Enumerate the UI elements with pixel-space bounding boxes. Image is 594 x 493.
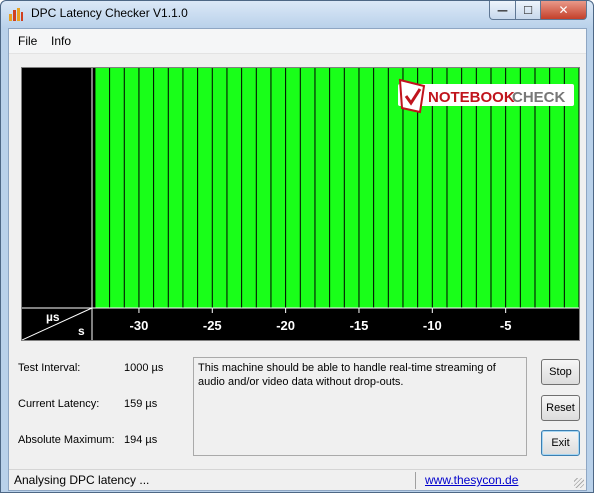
latency-bar — [168, 68, 183, 308]
latency-chart: 16000µs8000µs4000µs2000µs1000µs500µs-30-… — [21, 67, 580, 341]
menu-bar: File Info — [9, 29, 586, 54]
latency-bar — [124, 68, 139, 308]
latency-bar — [300, 68, 315, 308]
minimize-button[interactable]: — — [489, 1, 516, 20]
current-latency-label: Current Latency: — [18, 398, 100, 410]
minimize-icon: — — [497, 3, 508, 17]
exit-button[interactable]: Exit — [541, 430, 580, 456]
client-area: File Info 16000µs8000µs4000µs2000µs1000µ… — [8, 28, 587, 491]
latency-bar — [95, 68, 110, 308]
maximize-button[interactable]: ☐ — [515, 1, 541, 20]
latency-bar — [359, 68, 374, 308]
x-tick-label: -5 — [500, 318, 512, 333]
resize-grip-icon[interactable] — [574, 478, 584, 488]
x-tick-label: -20 — [276, 318, 295, 333]
latency-bar — [183, 68, 198, 308]
latency-bar — [227, 68, 242, 308]
close-icon: ✕ — [558, 3, 569, 17]
x-tick-label: -30 — [130, 318, 149, 333]
latency-bar — [271, 68, 286, 308]
status-bar: Analysing DPC latency ... www.thesycon.d… — [9, 469, 586, 490]
absolute-maximum-label: Absolute Maximum: — [18, 434, 115, 446]
latency-bar — [344, 68, 359, 308]
latency-bar — [374, 68, 388, 308]
latency-bar — [286, 68, 300, 308]
x-tick-label: -15 — [350, 318, 369, 333]
latency-bar — [242, 68, 256, 308]
close-button[interactable]: ✕ — [540, 1, 587, 20]
status-message-box: This machine should be able to handle re… — [193, 357, 527, 456]
latency-bar — [212, 68, 227, 308]
title-bar[interactable]: DPC Latency Checker V1.1.0 — ☐ ✕ — [1, 1, 593, 28]
app-window: DPC Latency Checker V1.1.0 — ☐ ✕ File In… — [0, 0, 594, 493]
latency-bar — [198, 68, 212, 308]
corner-label-s: s — [78, 324, 85, 338]
window-title: DPC Latency Checker V1.1.0 — [31, 6, 188, 20]
absolute-maximum-value: 194 µs — [124, 434, 158, 446]
logo-text-check: CHECK — [512, 89, 566, 106]
menu-file[interactable]: File — [18, 34, 37, 48]
latency-bar — [139, 68, 154, 308]
corner-label-us: µs — [46, 310, 60, 324]
logo-check-box — [398, 78, 426, 114]
reset-button[interactable]: Reset — [541, 395, 580, 421]
latency-chart-svg: 16000µs8000µs4000µs2000µs1000µs500µs-30-… — [22, 68, 579, 340]
logo-text-notebook: NOTEBOOK — [428, 89, 515, 106]
latency-bar — [154, 68, 168, 308]
status-divider — [415, 472, 416, 489]
current-latency-value: 159 µs — [124, 398, 158, 410]
x-tick-label: -25 — [203, 318, 222, 333]
latency-bar — [256, 68, 271, 308]
status-text: Analysing DPC latency ... — [14, 473, 150, 487]
stop-button[interactable]: Stop — [541, 359, 580, 385]
test-interval-label: Test Interval: — [18, 362, 81, 374]
test-interval-value: 1000 µs — [124, 362, 164, 374]
app-icon — [9, 8, 23, 21]
latency-bar — [315, 68, 330, 308]
latency-bar — [330, 68, 344, 308]
x-tick-label: -10 — [423, 318, 442, 333]
menu-info[interactable]: Info — [51, 34, 71, 48]
maximize-icon: ☐ — [523, 3, 533, 17]
website-link[interactable]: www.thesycon.de — [425, 473, 518, 487]
latency-bar — [110, 68, 124, 308]
